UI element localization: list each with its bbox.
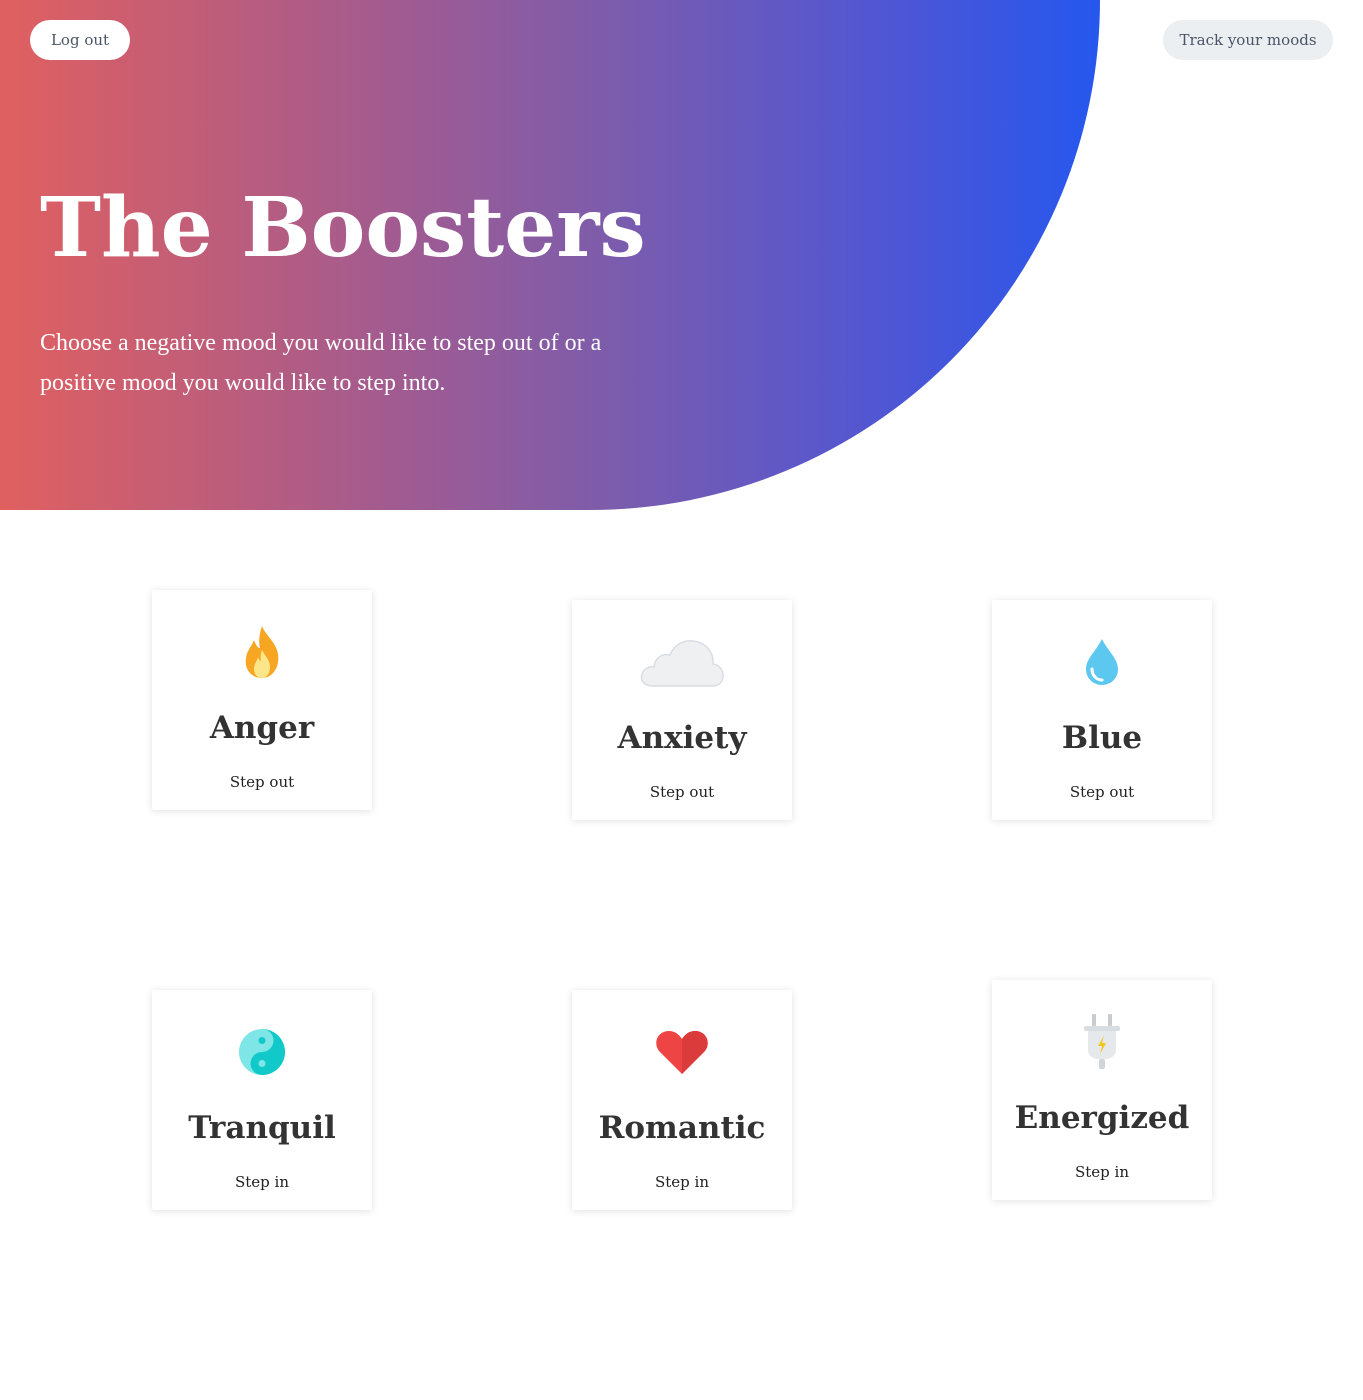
droplet-icon bbox=[992, 630, 1212, 694]
heart-icon bbox=[572, 1020, 792, 1084]
mood-action: Step in bbox=[654, 1173, 709, 1191]
plug-icon bbox=[992, 1010, 1212, 1074]
track-moods-button[interactable]: Track your moods bbox=[1163, 20, 1333, 60]
mood-name: Energized bbox=[1014, 1100, 1190, 1136]
mood-action: Step out bbox=[649, 783, 715, 801]
mood-action: Step in bbox=[1074, 1163, 1129, 1181]
mood-action: Step out bbox=[229, 773, 295, 791]
mood-card-energized[interactable]: Energized Step in bbox=[992, 980, 1212, 1200]
mood-name: Anger bbox=[209, 710, 315, 746]
cloud-icon bbox=[572, 630, 792, 694]
yin-yang-icon bbox=[152, 1020, 372, 1084]
mood-card-blue[interactable]: Blue Step out bbox=[992, 600, 1212, 820]
fire-icon bbox=[152, 620, 372, 684]
page: Log out Track your moods The Boosters Ch… bbox=[0, 0, 1363, 1400]
page-title: The Boosters bbox=[40, 180, 646, 276]
logout-button[interactable]: Log out bbox=[30, 20, 130, 60]
mood-name: Tranquil bbox=[188, 1110, 336, 1146]
mood-card-anger[interactable]: Anger Step out bbox=[152, 590, 372, 810]
mood-action: Step in bbox=[234, 1173, 289, 1191]
mood-card-tranquil[interactable]: Tranquil Step in bbox=[152, 990, 372, 1210]
mood-name: Blue bbox=[1061, 720, 1143, 756]
page-subtitle: Choose a negative mood you would like to… bbox=[40, 330, 602, 396]
mood-card-anxiety[interactable]: Anxiety Step out bbox=[572, 600, 792, 820]
mood-name: Anxiety bbox=[617, 720, 747, 756]
mood-card-romantic[interactable]: Romantic Step in bbox=[572, 990, 792, 1210]
mood-action: Step out bbox=[1069, 783, 1135, 801]
mood-name: Romantic bbox=[598, 1110, 766, 1146]
